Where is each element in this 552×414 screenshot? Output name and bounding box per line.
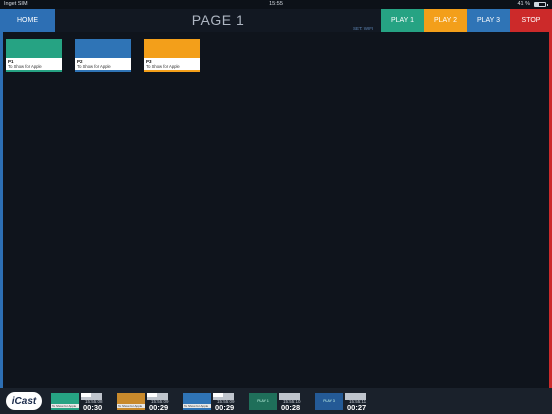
thumbnail-label: To Show for Apple	[183, 404, 211, 408]
tile-subtitle: To Show for Apple	[77, 64, 111, 69]
page-title: PAGE 1	[191, 12, 245, 28]
tile-bottom-bar	[144, 70, 200, 72]
channel-thumbnail-5[interactable]: PLAY 3	[315, 393, 343, 410]
channel-thumbnail-1[interactable]: To Show for Apple	[51, 393, 79, 410]
icast-logo: iCast	[6, 392, 42, 410]
stop-button[interactable]: STOP	[510, 9, 552, 32]
preset-tile-p3[interactable]: P3 To Show for Apple	[144, 39, 200, 72]
thumbnail-label: To Show for Apple	[117, 404, 145, 408]
channel-countdown-5: 00:27	[347, 403, 367, 412]
play-3-button[interactable]: PLAY 3	[467, 9, 510, 32]
channel-thumbnail-3[interactable]: To Show for Apple	[183, 393, 211, 410]
channel-countdown-1: 00:30	[83, 403, 103, 412]
tile-color-block	[144, 39, 200, 58]
tile-color-block	[6, 39, 62, 58]
preset-tile-p1[interactable]: P1 To Show for Apple	[6, 39, 62, 72]
channel-thumbnail-2[interactable]: To Show for Apple	[117, 393, 145, 410]
set-info: SET: WIFI	[353, 26, 374, 31]
status-bar: Inget SIM 15:55 41 %	[0, 0, 552, 9]
battery-percent: 41 %	[517, 1, 530, 7]
thumbnail-text: PLAY 3	[323, 399, 335, 403]
channel-countdown-4: 00:28	[281, 403, 301, 412]
channel-countdown-3: 00:29	[215, 403, 235, 412]
channel-countdown-2: 00:29	[149, 403, 169, 412]
tile-bottom-bar	[75, 70, 131, 72]
channel-thumbnail-4[interactable]: PLAY 1	[249, 393, 277, 410]
battery-level-fill	[535, 3, 540, 6]
thumbnail-text: PLAY 1	[257, 399, 269, 403]
tile-subtitle: To Show for Apple	[146, 64, 180, 69]
tile-bottom-bar	[6, 70, 62, 72]
battery-icon	[534, 2, 548, 7]
tile-subtitle: To Show for Apple	[8, 64, 42, 69]
home-button[interactable]: HOME	[0, 9, 55, 32]
preset-tile-p2[interactable]: P2 To Show for Apple	[75, 39, 131, 72]
clock: 15:55	[269, 1, 283, 7]
bottom-bar: iCast To Show for Apple 15:55:08 00:30 T…	[0, 388, 552, 414]
left-accent-bar	[0, 32, 3, 388]
tile-color-block	[75, 39, 131, 58]
top-bar: HOME PAGE 1 SET: WIFI PLAY 1 PLAY 2 PLAY…	[0, 9, 552, 32]
play-1-button[interactable]: PLAY 1	[381, 9, 424, 32]
play-2-button[interactable]: PLAY 2	[424, 9, 467, 32]
thumbnail-label: To Show for Apple	[51, 404, 79, 408]
